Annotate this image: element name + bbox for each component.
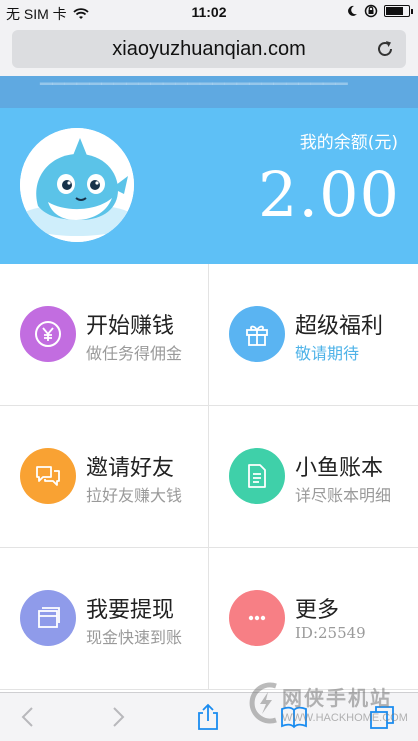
menu-subtitle: 详尽账本明细 bbox=[295, 486, 392, 505]
balance-label: 我的余额(元) bbox=[299, 133, 398, 153]
status-icons bbox=[346, 4, 413, 18]
menu-title: 小鱼账本 bbox=[295, 456, 384, 481]
browser-address-bar: xiaoyuzhuanqian.com bbox=[0, 24, 418, 76]
gift-icon bbox=[246, 325, 268, 346]
menu-title: 更多 bbox=[295, 598, 340, 623]
menu-withdraw[interactable]: 我要提现 现金快速到账 bbox=[0, 548, 209, 690]
more-dots-icon bbox=[248, 615, 266, 621]
url-field[interactable]: xiaoyuzhuanqian.com bbox=[12, 30, 406, 68]
banner-cropped-decoration: ▁▁▁▁▁▁▁▁▁▁▁▁▁▁▁▁▁▁▁▁▁▁▁▁▁ bbox=[40, 76, 348, 85]
watermark-url: WWW.HACKHOME.COM bbox=[282, 712, 408, 724]
watermark-text: 网侠手机站 bbox=[282, 686, 392, 710]
yen-icon bbox=[35, 321, 61, 347]
url-text: xiaoyuzhuanqian.com bbox=[112, 38, 306, 60]
forward-icon[interactable] bbox=[104, 703, 132, 731]
menu-subtitle: 做任务得佣金 bbox=[86, 344, 183, 363]
card-icon bbox=[38, 607, 60, 628]
dolphin-mascot-icon bbox=[20, 128, 134, 242]
chat-bubbles-icon bbox=[36, 466, 60, 486]
watermark-logo-icon bbox=[249, 682, 277, 724]
menu-icon-circle bbox=[229, 306, 285, 362]
menu-icon-circle bbox=[229, 448, 285, 504]
battery-icon bbox=[384, 5, 413, 17]
back-icon[interactable] bbox=[14, 703, 42, 731]
menu-title: 超级福利 bbox=[295, 314, 384, 339]
menu-subtitle: 拉好友赚大钱 bbox=[86, 486, 183, 505]
reload-icon[interactable] bbox=[374, 38, 396, 60]
menu-icon-circle bbox=[20, 448, 76, 504]
menu-title: 开始赚钱 bbox=[86, 314, 175, 339]
menu-ledger[interactable]: 小鱼账本 详尽账本明细 bbox=[209, 406, 418, 548]
menu-icon-circle bbox=[20, 590, 76, 646]
menu-invite-friends[interactable]: 邀请好友 拉好友赚大钱 bbox=[0, 406, 209, 548]
avatar[interactable] bbox=[20, 128, 134, 242]
status-bar: 无 SIM 卡 11:02 bbox=[0, 0, 418, 24]
menu-icon-circle bbox=[20, 306, 76, 362]
watermark: 网侠手机站 WWW.HACKHOME.COM bbox=[246, 676, 416, 740]
menu-icon-circle bbox=[229, 590, 285, 646]
menu-super-benefits[interactable]: 超级福利 敬请期待 bbox=[209, 264, 418, 406]
top-banner-strip: ▁▁▁▁▁▁▁▁▁▁▁▁▁▁▁▁▁▁▁▁▁▁▁▁▁ bbox=[0, 76, 418, 108]
feature-grid: 开始赚钱 做任务得佣金 超级福利 敬请期待 邀请好友 拉好友赚大钱 小鱼账本 详… bbox=[0, 264, 418, 692]
menu-title: 我要提现 bbox=[86, 598, 175, 623]
menu-start-earning[interactable]: 开始赚钱 做任务得佣金 bbox=[0, 264, 209, 406]
menu-subtitle: 敬请期待 bbox=[295, 344, 360, 363]
rotation-lock-icon bbox=[364, 4, 378, 18]
menu-title: 邀请好友 bbox=[86, 456, 175, 481]
balance-amount: 2.00 bbox=[257, 158, 400, 231]
document-icon bbox=[248, 464, 266, 488]
menu-more[interactable]: 更多 ID:25549 bbox=[209, 548, 418, 690]
share-icon[interactable] bbox=[194, 703, 222, 731]
menu-subtitle: 现金快速到账 bbox=[86, 628, 183, 647]
user-id-label: ID:25549 bbox=[295, 624, 366, 642]
balance-header: 我的余额(元) 2.00 bbox=[0, 108, 418, 264]
moon-icon bbox=[348, 5, 357, 16]
